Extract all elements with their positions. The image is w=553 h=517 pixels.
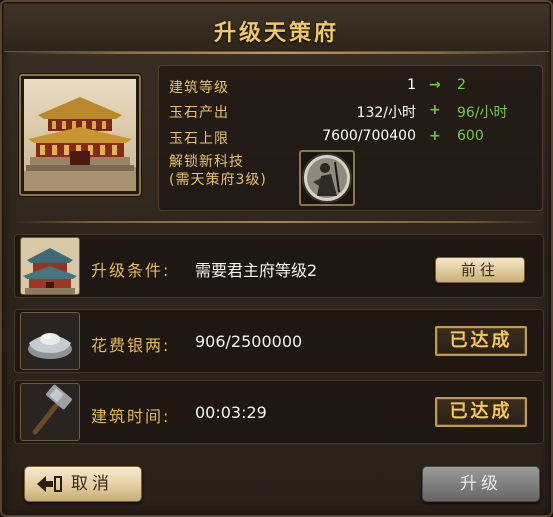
warrior-portrait-icon [302,153,352,203]
unlock-tech-line1: 解锁新科技 [169,154,244,170]
title-divider [12,52,541,54]
silver-cost-row: 花费银两: 906/2500000 已达成 [14,309,544,373]
jade-cap-label: 玉石上限 [169,131,229,147]
achieved-badge: 已达成 [435,397,527,427]
tech-icon[interactable] [299,150,355,206]
building-level-current: 1 [407,77,416,93]
upgrade-button[interactable]: 升级 [422,466,540,502]
section-divider [14,221,539,223]
condition-label: 升级条件: [91,261,171,280]
build-time-label: 建筑时间: [91,407,171,426]
dialog-title: 升级天策府 [213,20,339,46]
arrow-right-icon: → [429,77,441,93]
building-level-next: 2 [457,77,466,93]
plus-icon: + [429,128,441,144]
unlock-tech-label: 解锁新科技 (需天策府3级) [169,153,267,189]
unlock-tech-line2: (需天策府3级) [169,172,267,188]
jade-cap-increase: 600 [457,128,484,144]
back-arrow-icon [37,476,62,492]
jade-output-increase: 96/小时 [457,105,508,121]
cancel-button[interactable]: 取消 [24,466,142,502]
building-portrait [19,74,141,196]
jade-cap-row: 玉石上限 7600/700400 + 600 [159,128,542,148]
building-level-label: 建筑等级 [169,80,229,96]
jade-cap-current: 7600/700400 [322,128,416,144]
building-level-row: 建筑等级 1 → 2 [159,77,542,97]
silver-cost-label: 花费银两: [91,336,171,355]
cancel-label: 取消 [71,474,113,494]
building-info-panel: 建筑等级 1 → 2 玉石产出 132/小时 + 96/小时 玉石上限 7600… [158,65,543,211]
title-bar: 升级天策府 [4,4,549,52]
build-time-row: 建筑时间: 00:03:29 已达成 [14,380,544,444]
goto-button[interactable]: 前往 [435,257,525,283]
silver-ingot-icon [20,312,80,370]
palace-icon [20,237,80,295]
hammer-icon [20,383,80,441]
jade-output-current: 132/小时 [356,105,416,121]
build-time-value: 00:03:29 [195,403,267,422]
upgrade-condition-row: 升级条件: 需要君主府等级2 前往 [14,234,544,298]
jade-output-row: 玉石产出 132/小时 + 96/小时 [159,102,542,122]
tiance-mansion-image [24,79,136,191]
plus-icon: + [429,102,441,118]
jade-output-label: 玉石产出 [169,105,229,121]
upgrade-dialog: 升级天策府 建筑等级 1 → 2 玉石产出 132/小时 + 96/小时 玉石上… [0,0,553,517]
achieved-badge: 已达成 [435,326,527,356]
condition-value: 需要君主府等级2 [195,261,318,280]
silver-cost-value: 906/2500000 [195,332,303,351]
